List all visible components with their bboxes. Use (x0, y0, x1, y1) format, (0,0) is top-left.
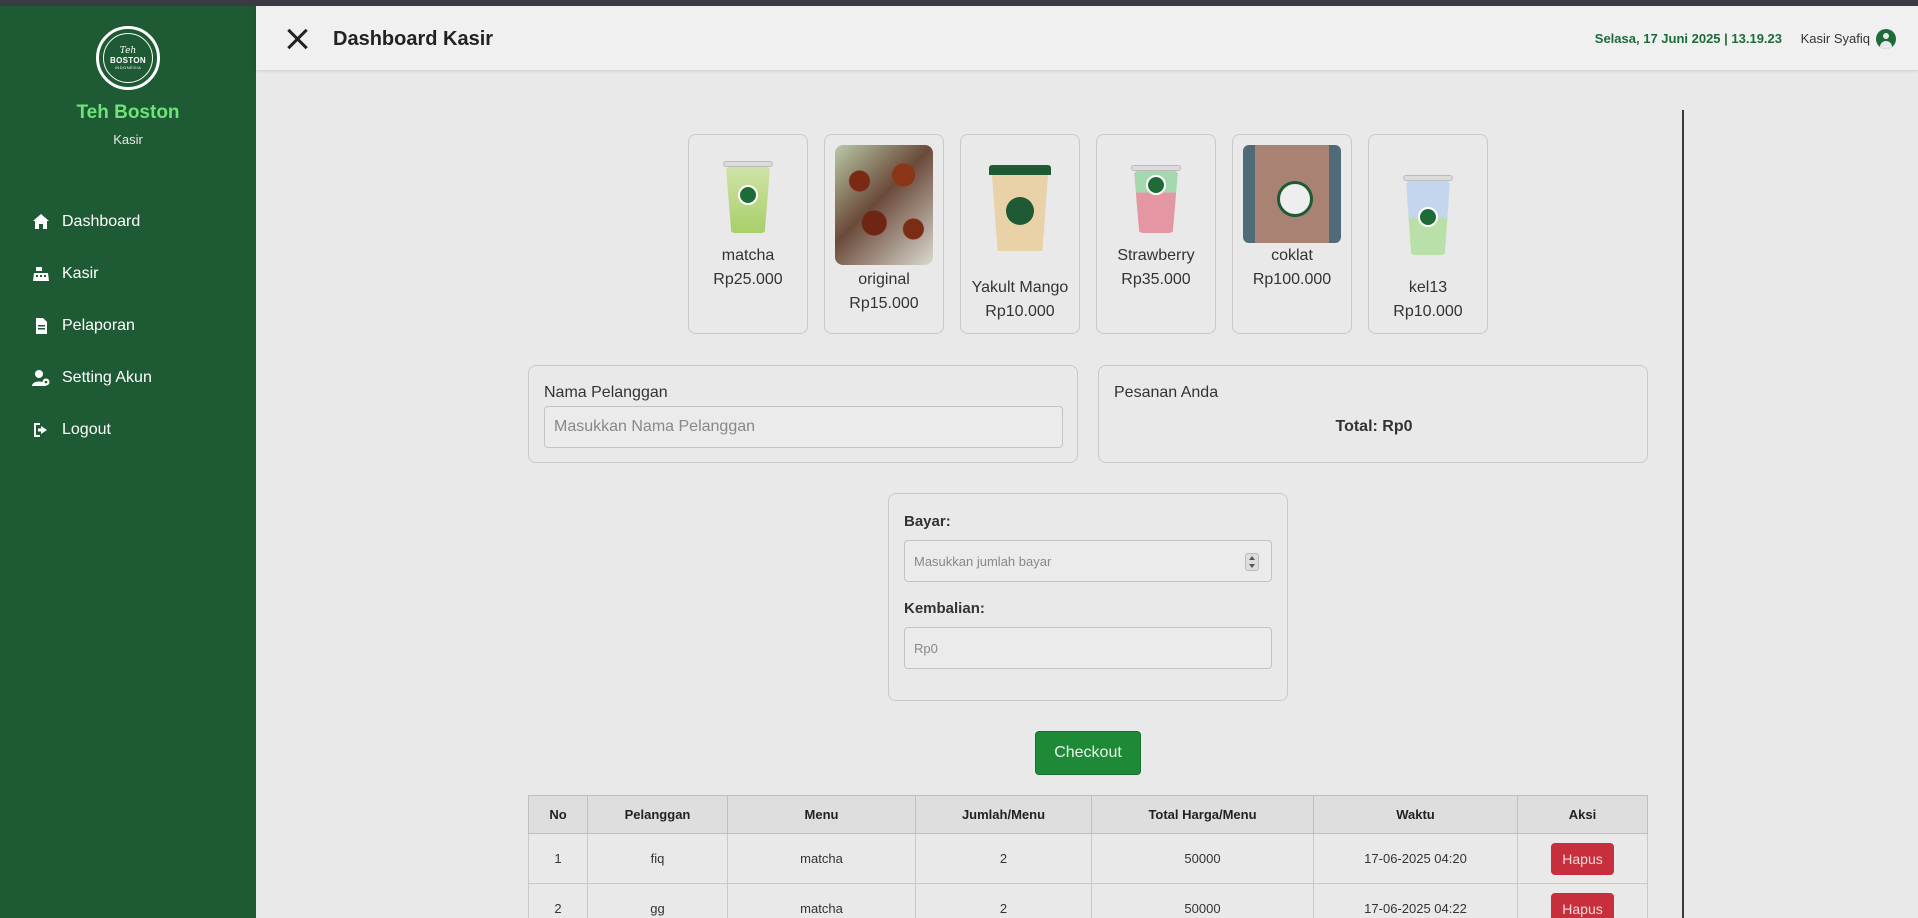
order-card: Pesanan Anda Total: Rp0 (1098, 365, 1648, 463)
product-card-strawberry[interactable]: Strawberry Rp35.000 (1096, 134, 1216, 334)
product-price: Rp100.000 (1252, 271, 1332, 288)
cell-no: 2 (528, 883, 588, 918)
cell-total: 50000 (1091, 883, 1314, 918)
sidebar-item-label: Logout (62, 421, 111, 438)
file-icon (36, 318, 47, 334)
home-icon (33, 214, 49, 229)
pay-amount-input[interactable]: Masukkan jumlah bayar (904, 540, 1272, 582)
product-name: matcha (721, 247, 775, 264)
column-header: Waktu (1313, 795, 1518, 834)
cell-pelanggan: gg (587, 883, 728, 918)
column-header: Aksi (1517, 795, 1648, 834)
product-name: Yakult Mango (971, 279, 1069, 296)
sidebar-item-setting-akun[interactable]: Setting Akun (0, 352, 256, 404)
product-image (1243, 145, 1341, 243)
change-amount-field[interactable]: Rp0 (904, 627, 1272, 669)
product-price: Rp10.000 (985, 303, 1055, 320)
cell-aksi: Hapus (1517, 883, 1648, 918)
sidebar-item-dashboard[interactable]: Dashboard (0, 196, 256, 248)
brand-logo: Teh BOSTON INDONESIA (96, 26, 160, 90)
column-header: Jumlah/Menu (915, 795, 1092, 834)
sidebar-item-logout[interactable]: Logout (0, 404, 256, 456)
sidebar-item-pelaporan[interactable]: Pelaporan (0, 300, 256, 352)
top-header: Dashboard Kasir Selasa, 17 Juni 2025 | 1… (256, 6, 1918, 70)
product-card-kel13[interactable]: kel13 Rp10.000 (1368, 134, 1488, 334)
product-name: kel13 (1408, 279, 1448, 296)
sidebar-item-label: Kasir (62, 265, 99, 282)
cash-register-icon (33, 267, 49, 281)
product-card-original[interactable]: original Rp15.000 (824, 134, 944, 334)
sidebar-item-label: Dashboard (62, 213, 141, 230)
product-name: Strawberry (1117, 247, 1195, 264)
product-price: Rp25.000 (713, 271, 783, 288)
delete-button[interactable]: Hapus (1551, 892, 1614, 918)
customer-name-input[interactable]: Masukkan Nama Pelanggan (544, 406, 1063, 448)
sidebar-item-kasir[interactable]: Kasir (0, 248, 256, 300)
page-title: Dashboard Kasir (333, 28, 494, 50)
product-image (971, 145, 1069, 251)
sidebar: Teh BOSTON INDONESIA Teh Boston Kasir Da… (0, 6, 256, 918)
sidebar-item-label: Setting Akun (62, 369, 152, 386)
column-header: Total Harga/Menu (1091, 795, 1314, 834)
logout-icon (34, 423, 47, 437)
cell-no: 1 (528, 833, 588, 884)
transactions-table: No Pelanggan Menu Jumlah/Menu Total Harg… (528, 795, 1648, 918)
window-top-strip (0, 0, 1918, 6)
product-card-matcha[interactable]: matcha Rp25.000 (688, 134, 808, 334)
table-header-row: No Pelanggan Menu Jumlah/Menu Total Harg… (528, 795, 1648, 834)
logo-text-main: BOSTON (110, 55, 146, 65)
product-card-coklat[interactable]: coklat Rp100.000 (1232, 134, 1352, 334)
product-image (699, 145, 797, 233)
cell-menu: matcha (727, 883, 916, 918)
product-image (835, 145, 933, 265)
change-label: Kembalian: (904, 600, 985, 617)
pay-amount-placeholder: Masukkan jumlah bayar (914, 553, 1052, 569)
cell-waktu: 17-06-2025 04:22 (1313, 883, 1518, 918)
product-price: Rp15.000 (849, 295, 919, 312)
column-header: No (528, 795, 588, 834)
cell-jumlah: 2 (915, 833, 1092, 884)
pay-label: Bayar: (904, 513, 951, 530)
logo-text-top: Teh (119, 45, 137, 56)
close-icon[interactable] (286, 28, 308, 50)
cell-menu: matcha (727, 833, 916, 884)
table-row: 2 gg matcha 2 50000 17-06-2025 04:22 Hap… (528, 883, 1648, 918)
order-total: Total: Rp0 (1335, 418, 1413, 435)
product-image (1379, 145, 1477, 255)
column-header: Pelanggan (587, 795, 728, 834)
order-label: Pesanan Anda (1114, 384, 1219, 401)
sidebar-item-label: Pelaporan (62, 317, 135, 334)
table-row: 1 fiq matcha 2 50000 17-06-2025 04:20 Ha… (528, 833, 1648, 884)
product-price: Rp10.000 (1393, 303, 1463, 320)
checkout-button[interactable]: Checkout (1035, 731, 1141, 775)
customer-card: Nama Pelanggan Masukkan Nama Pelanggan (528, 365, 1078, 463)
datetime-display: Selasa, 17 Juni 2025 | 13.19.23 (1594, 31, 1782, 46)
cell-jumlah: 2 (915, 883, 1092, 918)
user-avatar-icon[interactable] (1876, 29, 1896, 49)
product-price: Rp35.000 (1121, 271, 1191, 288)
user-name[interactable]: Kasir Syafiq (1801, 31, 1870, 46)
delete-button[interactable]: Hapus (1551, 842, 1614, 875)
column-header: Menu (727, 795, 916, 834)
payment-card: Bayar: Masukkan jumlah bayar Kembalian: … (888, 493, 1288, 701)
user-gear-icon (32, 370, 50, 386)
product-image (1107, 145, 1205, 233)
cell-pelanggan: fiq (587, 833, 728, 884)
product-name: original (858, 271, 910, 288)
user-role: Kasir (113, 132, 143, 147)
cell-waktu: 17-06-2025 04:20 (1313, 833, 1518, 884)
logo-text-sub: INDONESIA (114, 64, 142, 70)
product-card-yakult-mango[interactable]: Yakult Mango Rp10.000 (960, 134, 1080, 334)
product-name: coklat (1271, 247, 1313, 264)
content-divider (1682, 110, 1684, 918)
number-stepper-icon[interactable] (1245, 553, 1259, 571)
cell-total: 50000 (1091, 833, 1314, 884)
brand-name: Teh Boston (76, 102, 180, 123)
cell-aksi: Hapus (1517, 833, 1648, 884)
sidebar-nav: Dashboard Kasir Pelaporan Setting Akun L… (0, 196, 256, 456)
customer-label: Nama Pelanggan (544, 384, 668, 401)
